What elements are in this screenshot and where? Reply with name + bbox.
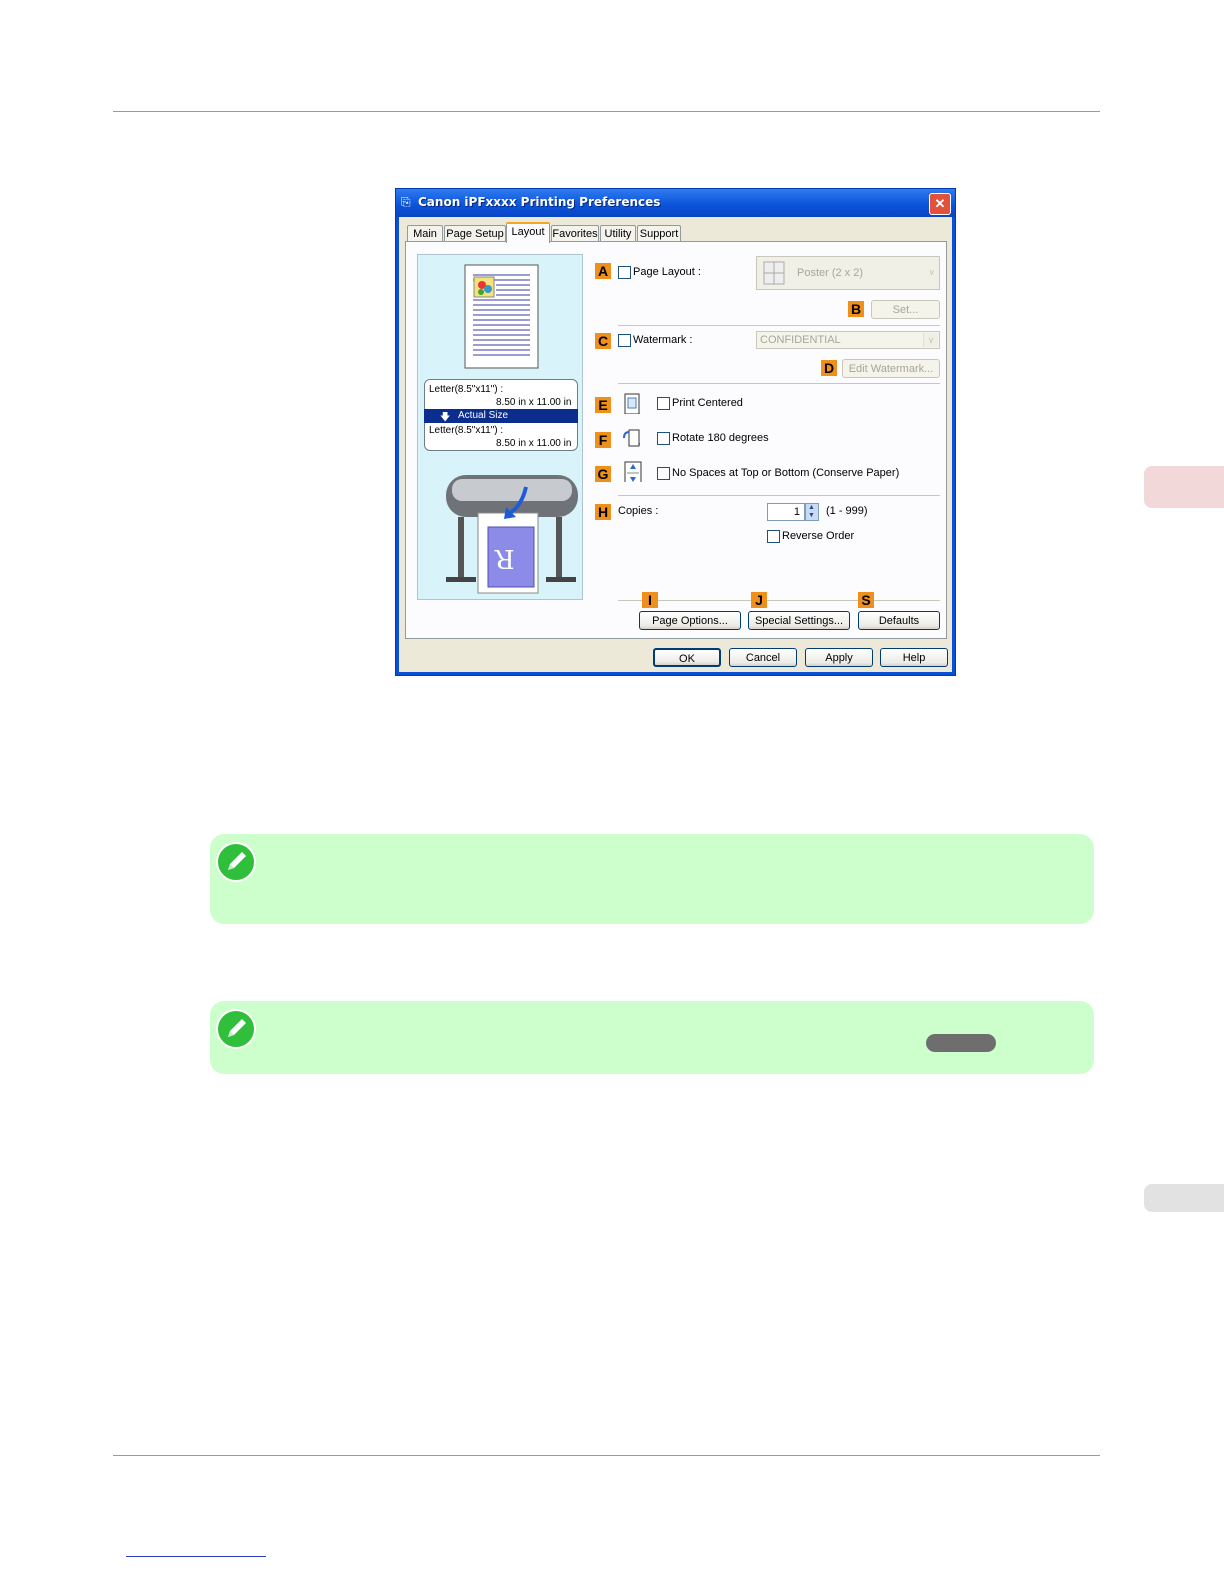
dialog-titlebar[interactable]: ⎘ Canon iPFxxxx Printing Preferences ✕ [396,189,955,217]
spin-down-icon[interactable]: ▼ [808,512,815,519]
printer-icon: ⎘ [401,195,411,209]
marker-s: S [858,592,874,608]
marker-c: C [595,333,611,349]
marker-j: J [751,592,767,608]
defaults-button[interactable]: Defaults [858,611,940,630]
tab-main[interactable]: Main [407,225,443,242]
set-button[interactable]: Set... [871,300,940,319]
header-rule [113,111,1100,112]
sample-letter: R [495,543,515,573]
printing-preferences-dialog: ⎘ Canon iPFxxxx Printing Preferences ✕ M… [395,188,956,676]
marker-h: H [595,504,611,520]
copies-input[interactable]: 1 [767,503,805,521]
rotate-label: Rotate 180 degrees [672,432,769,444]
watermark-combo[interactable]: CONFIDENTIAL ∨ [756,331,940,349]
output-size-dims: 8.50 in x 11.00 in [496,438,572,449]
page-layout-combo[interactable]: Poster (2 x 2) ∨ [756,256,940,290]
separator [618,600,940,601]
cancel-button[interactable]: Cancel [729,648,797,667]
print-centered-checkbox[interactable] [657,397,670,410]
marker-d: D [821,360,837,376]
footer-rule [113,1455,1100,1456]
no-spaces-label: No Spaces at Top or Bottom (Conserve Pap… [672,467,900,479]
apply-button[interactable]: Apply [805,648,873,667]
page-layout-label: Page Layout : [633,266,701,278]
note-pencil-icon [216,842,256,882]
watermark-label: Watermark : [633,334,693,346]
preview-area: Letter(8.5"x11") : 8.50 in x 11.00 in 🡇 … [417,254,583,600]
no-spaces-checkbox[interactable] [657,467,670,480]
note-pencil-icon [216,1009,256,1049]
copies-label: Copies : [618,505,659,517]
print-centered-icon [624,393,641,414]
output-size-label: Letter(8.5"x11") : [429,425,504,436]
watermark-value: CONFIDENTIAL [760,334,841,346]
spin-up-icon[interactable]: ▲ [808,504,815,511]
marker-i: I [642,592,658,608]
page-options-button[interactable]: Page Options... [639,611,741,630]
page-layout-checkbox[interactable] [618,266,631,279]
chapter-side-tab[interactable] [1144,466,1224,508]
footer-link-underline[interactable] [126,1556,266,1557]
conserve-paper-icon [624,461,642,482]
dialog-title: Canon iPFxxxx Printing Preferences [418,195,661,209]
copies-value: 1 [793,506,800,518]
separator [618,495,940,496]
poster-icon [763,261,785,285]
rotate-checkbox[interactable] [657,432,670,445]
note-box-1 [210,834,1094,924]
marker-a: A [595,263,611,279]
tab-layout[interactable]: Layout [506,222,550,243]
scale-label: Actual Size [458,410,509,421]
print-centered-label: Print Centered [672,397,743,409]
copies-range: (1 - 999) [826,505,868,517]
separator [618,325,940,326]
tab-utility[interactable]: Utility [600,225,636,242]
help-button[interactable]: Help [880,648,948,667]
watermark-checkbox[interactable] [618,334,631,347]
marker-e: E [595,397,611,413]
close-icon[interactable]: ✕ [929,193,951,215]
copies-spinner[interactable]: ▲ ▼ [805,503,819,521]
chevron-down-icon: ∨ [923,333,938,347]
special-settings-button[interactable]: Special Settings... [748,611,850,630]
reverse-order-label: Reverse Order [782,530,855,542]
layout-panel: Letter(8.5"x11") : 8.50 in x 11.00 in 🡇 … [405,241,947,639]
page-layout-value: Poster (2 x 2) [797,267,864,279]
original-size-label: Letter(8.5"x11") : [429,384,504,395]
marker-b: B [848,301,864,317]
tab-page-setup[interactable]: Page Setup [444,225,506,242]
tab-favorites[interactable]: Favorites [551,225,599,242]
printer-illustration [446,475,578,594]
original-size-dims: 8.50 in x 11.00 in [496,397,572,408]
chevron-down-icon: ∨ [928,267,935,277]
reverse-order-checkbox[interactable] [767,530,780,543]
index-side-tab[interactable] [1144,1184,1224,1212]
marker-f: F [595,432,611,448]
dialog-body: Main Page Setup Layout Favorites Utility… [399,217,952,672]
rotate-icon [623,429,640,447]
marker-g: G [595,466,611,482]
reference-link-button[interactable] [926,1034,996,1052]
ok-button[interactable]: OK [653,648,721,667]
separator [618,383,940,384]
tab-support[interactable]: Support [637,225,681,242]
edit-watermark-button[interactable]: Edit Watermark... [842,359,940,378]
